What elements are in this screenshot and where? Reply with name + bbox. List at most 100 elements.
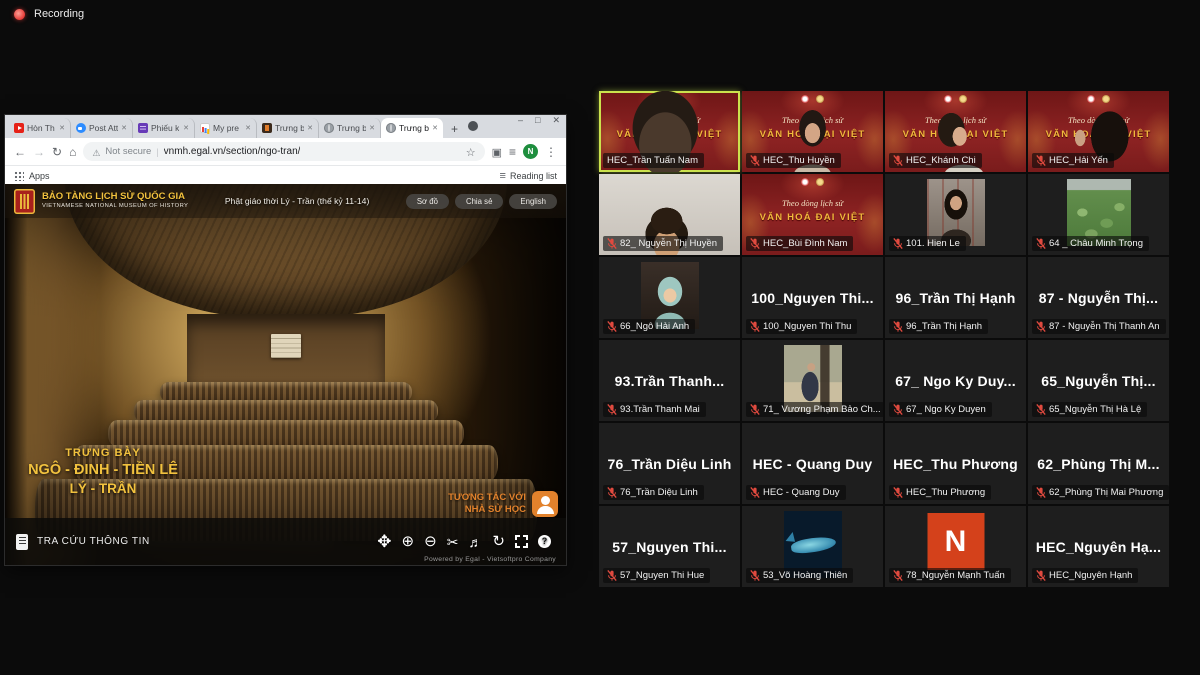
tab-close-icon[interactable] [307, 125, 313, 132]
tab-close-icon[interactable] [245, 125, 251, 132]
participant-name-label: 96_Trần Thị Hạnh [889, 319, 988, 334]
participant-name: HEC_Bùi Đình Nam [763, 238, 847, 250]
mic-off-icon [750, 155, 760, 166]
participant-name-label: 76_Trần Diệu Linh [603, 485, 704, 500]
rotate-icon[interactable] [492, 534, 505, 549]
participant-tile[interactable]: Theo dòng lịch sửVĂN HOÁ ĐẠI VIỆTHEC_Thu… [742, 91, 883, 172]
participant-name-label: HEC_Khánh Chi [889, 153, 982, 168]
pan-icon[interactable] [377, 533, 391, 550]
reading-list-icon[interactable] [509, 143, 516, 161]
participant-tile[interactable]: 53_Võ Hoàng Thiên [742, 506, 883, 587]
participant-tile[interactable]: 66_Ngô Hải Anh [599, 257, 740, 338]
lookup-label: TRA CỨU THÔNG TIN [37, 536, 150, 547]
browser-tab[interactable]: My pre [195, 118, 257, 138]
browser-tab[interactable]: Post Att [71, 118, 133, 138]
music-icon[interactable] [468, 535, 482, 549]
participant-name: HEC_Thu Phương [906, 487, 985, 499]
snip-icon[interactable] [447, 535, 459, 549]
participant-tile[interactable]: 67_ Ngo Ky Duy...67_ Ngo Ky Duyen [885, 340, 1026, 421]
participant-tile[interactable]: Theo dòng lịch sửVĂN HOÁ ĐẠI VIỆTHEC_Bùi… [742, 174, 883, 255]
window-controls [518, 116, 560, 125]
bookmark-star-icon[interactable] [466, 143, 476, 161]
tab-close-icon[interactable] [432, 125, 438, 132]
mic-off-icon [893, 321, 903, 332]
historian-person-icon[interactable] [532, 491, 558, 517]
reading-list-label[interactable]: Reading list [510, 171, 557, 181]
fullscreen-icon[interactable] [515, 535, 528, 548]
interact-historian-button[interactable]: TƯƠNG TÁC VỚI NHÀ SỬ HỌC [448, 491, 558, 517]
zoom-in-icon[interactable] [402, 534, 415, 549]
browser-tab[interactable]: Hòn Th [9, 118, 71, 138]
help-icon[interactable] [538, 535, 551, 548]
header-button[interactable]: English [509, 194, 557, 209]
participant-tile[interactable]: 65_Nguyễn Thị...65_Nguyễn Thị Hà Lệ [1028, 340, 1169, 421]
extensions-icon[interactable] [492, 143, 502, 161]
avatar: N [927, 513, 984, 570]
tab-close-icon[interactable] [59, 125, 65, 132]
participant-tile[interactable]: N78_Nguyễn Mạnh Tuấn [885, 506, 1026, 587]
browser-tab[interactable]: Trưng b [319, 118, 381, 138]
header-button[interactable]: Sơ đồ [406, 194, 449, 209]
apps-grid-icon[interactable] [14, 171, 24, 181]
tab-close-icon[interactable] [369, 125, 375, 132]
not-secure-warning-icon[interactable] [92, 143, 100, 161]
back-button[interactable] [14, 146, 26, 158]
security-label: Not secure [105, 146, 151, 157]
zoom-out-icon[interactable] [424, 534, 437, 549]
participant-name: HEC_Trần Tuấn Nam [607, 155, 698, 167]
participant-name: HEC_Hải Yến [1049, 155, 1108, 167]
home-button[interactable] [69, 146, 76, 158]
tab-title: Trưng b [275, 123, 304, 133]
participant-tile[interactable]: 100_Nguyen Thi...100_Nguyen Thi Thu [742, 257, 883, 338]
url-input[interactable]: Not secure | vnmh.egal.vn/section/ngo-tr… [83, 142, 484, 161]
mic-off-icon [1036, 404, 1046, 415]
forward-button[interactable] [33, 146, 45, 158]
participant-tile[interactable]: 82_ Nguyễn Thị Huyền [599, 174, 740, 255]
participant-tile[interactable]: 93.Trần Thanh...93.Trần Thanh Mai [599, 340, 740, 421]
participant-name-label: 87 - Nguyễn Thị Thanh An [1032, 319, 1166, 334]
mic-off-icon [1036, 487, 1046, 498]
participant-tile[interactable]: 101. Hien Le [885, 174, 1026, 255]
participant-tile[interactable]: Theo dòng lịch sửVĂN HOÁ ĐẠI VIỆTHEC_Trầ… [599, 91, 740, 172]
participant-tile[interactable]: HEC - Quang DuyHEC - Quang Duy [742, 423, 883, 504]
participant-name: 53_Võ Hoàng Thiên [763, 570, 847, 582]
exhibit-label-line1: TRƯNG BÀY [23, 446, 183, 461]
participant-tile[interactable]: 64 _ Châu Minh Trọng [1028, 174, 1169, 255]
participant-tile[interactable]: 71_ Vương Phạm Bảo Ch... [742, 340, 883, 421]
header-button[interactable]: Chia sẻ [455, 194, 503, 209]
browser-tab[interactable]: Trưng b [381, 118, 443, 138]
participant-tile[interactable]: 57_Nguyen Thi...57_Nguyen Thi Hue [599, 506, 740, 587]
maximize-button[interactable] [535, 116, 540, 125]
tab-title: My pre [213, 123, 239, 133]
participant-tile[interactable]: 87 - Nguyễn Thị...87 - Nguyễn Thị Thanh … [1028, 257, 1169, 338]
participant-tile[interactable]: 76_Trần Diệu Linh76_Trần Diệu Linh [599, 423, 740, 504]
participant-name: 82_ Nguyễn Thị Huyền [620, 238, 717, 250]
tab-strip-extension-icon[interactable] [468, 121, 478, 131]
participant-tile[interactable]: Theo dòng lịch sửVĂN HOÁ ĐẠI VIỆTHEC_Hải… [1028, 91, 1169, 172]
lookup-info-button[interactable]: TRA CỨU THÔNG TIN [16, 534, 150, 550]
browser-tab[interactable]: Trưng b [257, 118, 319, 138]
close-window-button[interactable] [552, 116, 560, 125]
participant-tile[interactable]: Theo dòng lịch sửVĂN HOÁ ĐẠI VIỆTHEC_Khá… [885, 91, 1026, 172]
browser-tab[interactable]: Phiếu k [133, 118, 195, 138]
browser-profile-avatar[interactable]: N [523, 144, 538, 159]
participant-tile[interactable]: 62_Phùng Thị M...62_Phùng Thị Mai Phương [1028, 423, 1169, 504]
tab-close-icon[interactable] [183, 125, 189, 132]
document-icon [16, 534, 28, 550]
globe-favicon-icon [386, 123, 396, 133]
reading-list-bar-icon[interactable] [500, 170, 506, 182]
participant-tile[interactable]: 96_Trần Thị Hạnh96_Trần Thị Hạnh [885, 257, 1026, 338]
reload-button[interactable] [52, 146, 62, 158]
apps-label[interactable]: Apps [29, 171, 50, 181]
museum-viewer[interactable]: BẢO TÀNG LỊCH SỬ QUỐC GIA VIETNAMESE NAT… [5, 184, 566, 565]
new-tab-button[interactable] [446, 120, 463, 137]
participant-tile[interactable]: HEC_Nguyên Hạ...HEC_Nguyên Hạnh [1028, 506, 1169, 587]
tab-close-icon[interactable] [121, 125, 127, 132]
tab-title: Phiếu k [151, 123, 179, 133]
mic-off-icon [607, 570, 617, 581]
browser-window: Hòn ThPost AttPhiếu kMy preTrưng bTrưng … [5, 115, 566, 565]
browser-menu-icon[interactable] [545, 143, 557, 161]
participant-tile[interactable]: HEC_Thu PhươngHEC_Thu Phương [885, 423, 1026, 504]
powered-by-text: Powered by Egal - Vietsoftpro Company [424, 556, 556, 563]
minimize-button[interactable] [518, 116, 523, 125]
